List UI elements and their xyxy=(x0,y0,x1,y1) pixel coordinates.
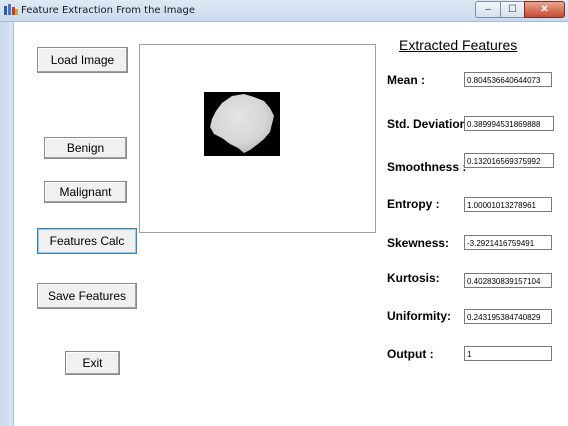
kurtosis-field[interactable]: 0.402830839157104 xyxy=(464,273,552,288)
skewness-label: Skewness: xyxy=(387,236,450,250)
save-features-button[interactable]: Save Features xyxy=(37,283,137,309)
extracted-features-title: Extracted Features xyxy=(399,37,518,53)
window-title: Feature Extraction From the Image xyxy=(21,5,196,16)
skewness-field[interactable]: -3.2921416759491 xyxy=(464,235,552,250)
maximize-icon: ☐ xyxy=(508,4,517,15)
output-label: Output : xyxy=(387,347,434,361)
kurtosis-label: Kurtosis: xyxy=(387,271,440,285)
main-window: Feature Extraction From the Image – ☐ ✕ … xyxy=(0,0,568,426)
entropy-field[interactable]: 1.00001013278961 xyxy=(464,197,552,212)
title-bar[interactable]: Feature Extraction From the Image – ☐ ✕ xyxy=(0,0,568,22)
uniformity-field[interactable]: 0.243195384740829 xyxy=(464,309,552,324)
close-button[interactable]: ✕ xyxy=(524,1,565,18)
loaded-image xyxy=(204,92,280,156)
features-calc-button[interactable]: Features Calc xyxy=(37,228,137,254)
mean-field[interactable]: 0.804536640644073 xyxy=(464,72,552,87)
window-frame-left xyxy=(0,22,14,426)
entropy-label: Entropy : xyxy=(387,197,440,211)
benign-button[interactable]: Benign xyxy=(44,137,127,159)
mean-label: Mean : xyxy=(387,73,426,87)
malignant-button[interactable]: Malignant xyxy=(44,181,127,203)
std-deviation-field[interactable]: 0.389994531869888 xyxy=(464,116,554,131)
minimize-button[interactable]: – xyxy=(475,1,501,18)
output-field[interactable]: 1 xyxy=(464,346,552,361)
app-icon xyxy=(4,4,18,15)
maximize-button[interactable]: ☐ xyxy=(500,1,525,18)
load-image-button[interactable]: Load Image xyxy=(37,47,128,73)
smoothness-label: Smoothness : xyxy=(387,160,467,174)
uniformity-label: Uniformity: xyxy=(387,309,451,323)
close-icon: ✕ xyxy=(540,4,549,15)
smoothness-field[interactable]: 0.132016569375992 xyxy=(464,153,554,168)
minimize-icon: – xyxy=(485,4,491,15)
std-deviation-label: Std. Deviation : xyxy=(387,117,475,131)
exit-button[interactable]: Exit xyxy=(65,351,120,375)
